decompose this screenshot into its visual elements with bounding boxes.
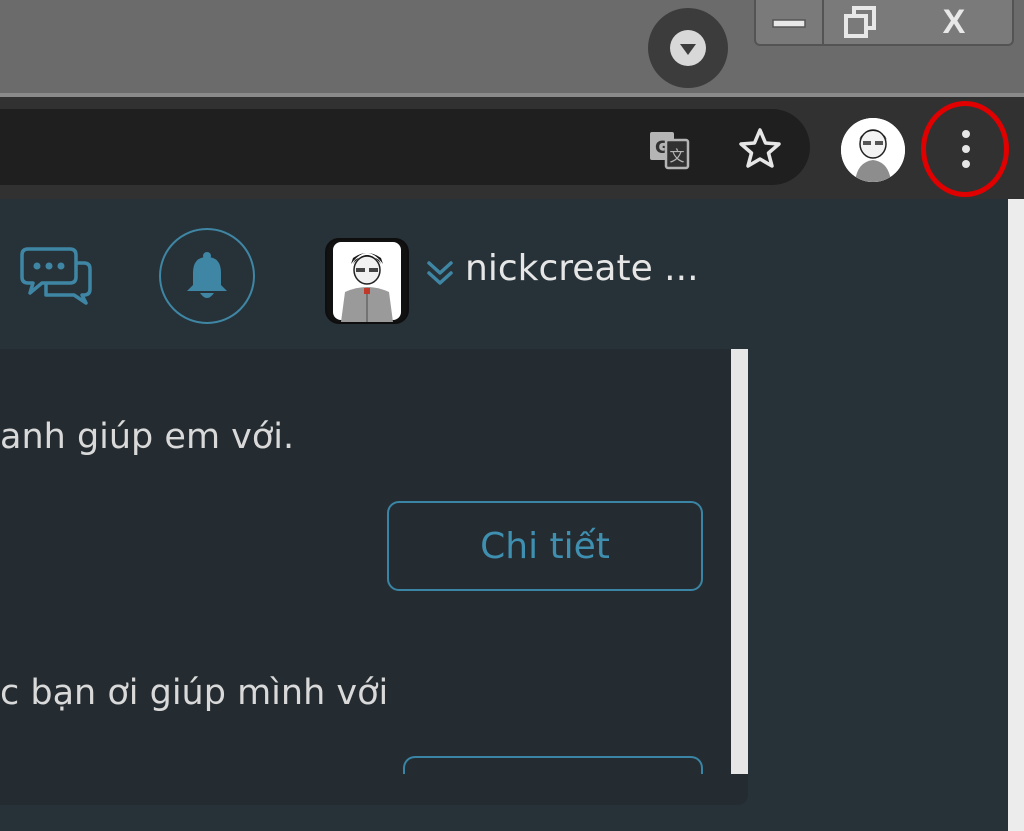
chat-bubbles-icon[interactable] (20, 245, 94, 311)
restore-button[interactable] (824, 0, 898, 46)
minimize-icon (772, 19, 806, 28)
close-icon: X (942, 3, 966, 41)
detail-button-partial[interactable] (403, 756, 703, 774)
bookmark-star-icon[interactable] (737, 126, 783, 174)
chevron-down-circle-icon (670, 30, 706, 66)
notifications-button[interactable] (159, 228, 255, 324)
bell-icon (187, 252, 227, 298)
detail-button[interactable]: Chi tiết (387, 501, 703, 591)
notification-text[interactable]: anh giúp em với. (0, 417, 294, 457)
profile-avatar[interactable] (841, 118, 905, 182)
panel-scrollbar[interactable] (731, 349, 748, 774)
username-label[interactable]: nickcreate ... (465, 248, 699, 289)
user-avatar[interactable] (325, 238, 409, 324)
svg-text:文: 文 (669, 147, 684, 165)
double-chevron-down-icon[interactable] (425, 258, 455, 292)
menu-dot (962, 130, 970, 138)
translate-icon[interactable]: G 文 (648, 130, 690, 174)
close-button[interactable]: X (896, 0, 1014, 46)
browser-menu-button[interactable] (936, 116, 996, 182)
menu-dot (962, 145, 970, 153)
notification-text[interactable]: c bạn ơi giúp mình với (0, 673, 388, 713)
minimize-button[interactable] (754, 0, 824, 46)
restore-icon (844, 6, 876, 38)
tab-search-button[interactable] (648, 8, 728, 88)
page-scrollbar[interactable] (1008, 199, 1024, 831)
menu-dot (962, 160, 970, 168)
